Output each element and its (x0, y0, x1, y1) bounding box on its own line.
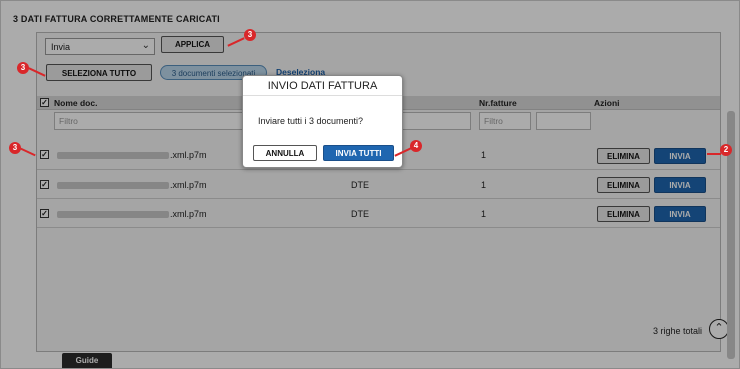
send-all-button[interactable]: INVIA TUTTI (323, 145, 394, 161)
cancel-button[interactable]: ANNULLA (253, 145, 317, 161)
step-marker: 3 (17, 62, 29, 74)
confirm-dialog: INVIO DATI FATTURA Inviare tutti i 3 doc… (242, 75, 403, 168)
step-marker: 4 (410, 140, 422, 152)
dialog-message: Inviare tutti i 3 documenti? (258, 116, 364, 126)
step-arrow (707, 153, 721, 155)
modal-overlay (1, 1, 739, 368)
step-marker: 3 (244, 29, 256, 41)
step-marker: 3 (9, 142, 21, 154)
dialog-title: INVIO DATI FATTURA (243, 76, 402, 96)
app-window: 3 DATI FATTURA CORRETTAMENTE CARICATI In… (0, 0, 740, 369)
step-marker: 2 (720, 144, 732, 156)
